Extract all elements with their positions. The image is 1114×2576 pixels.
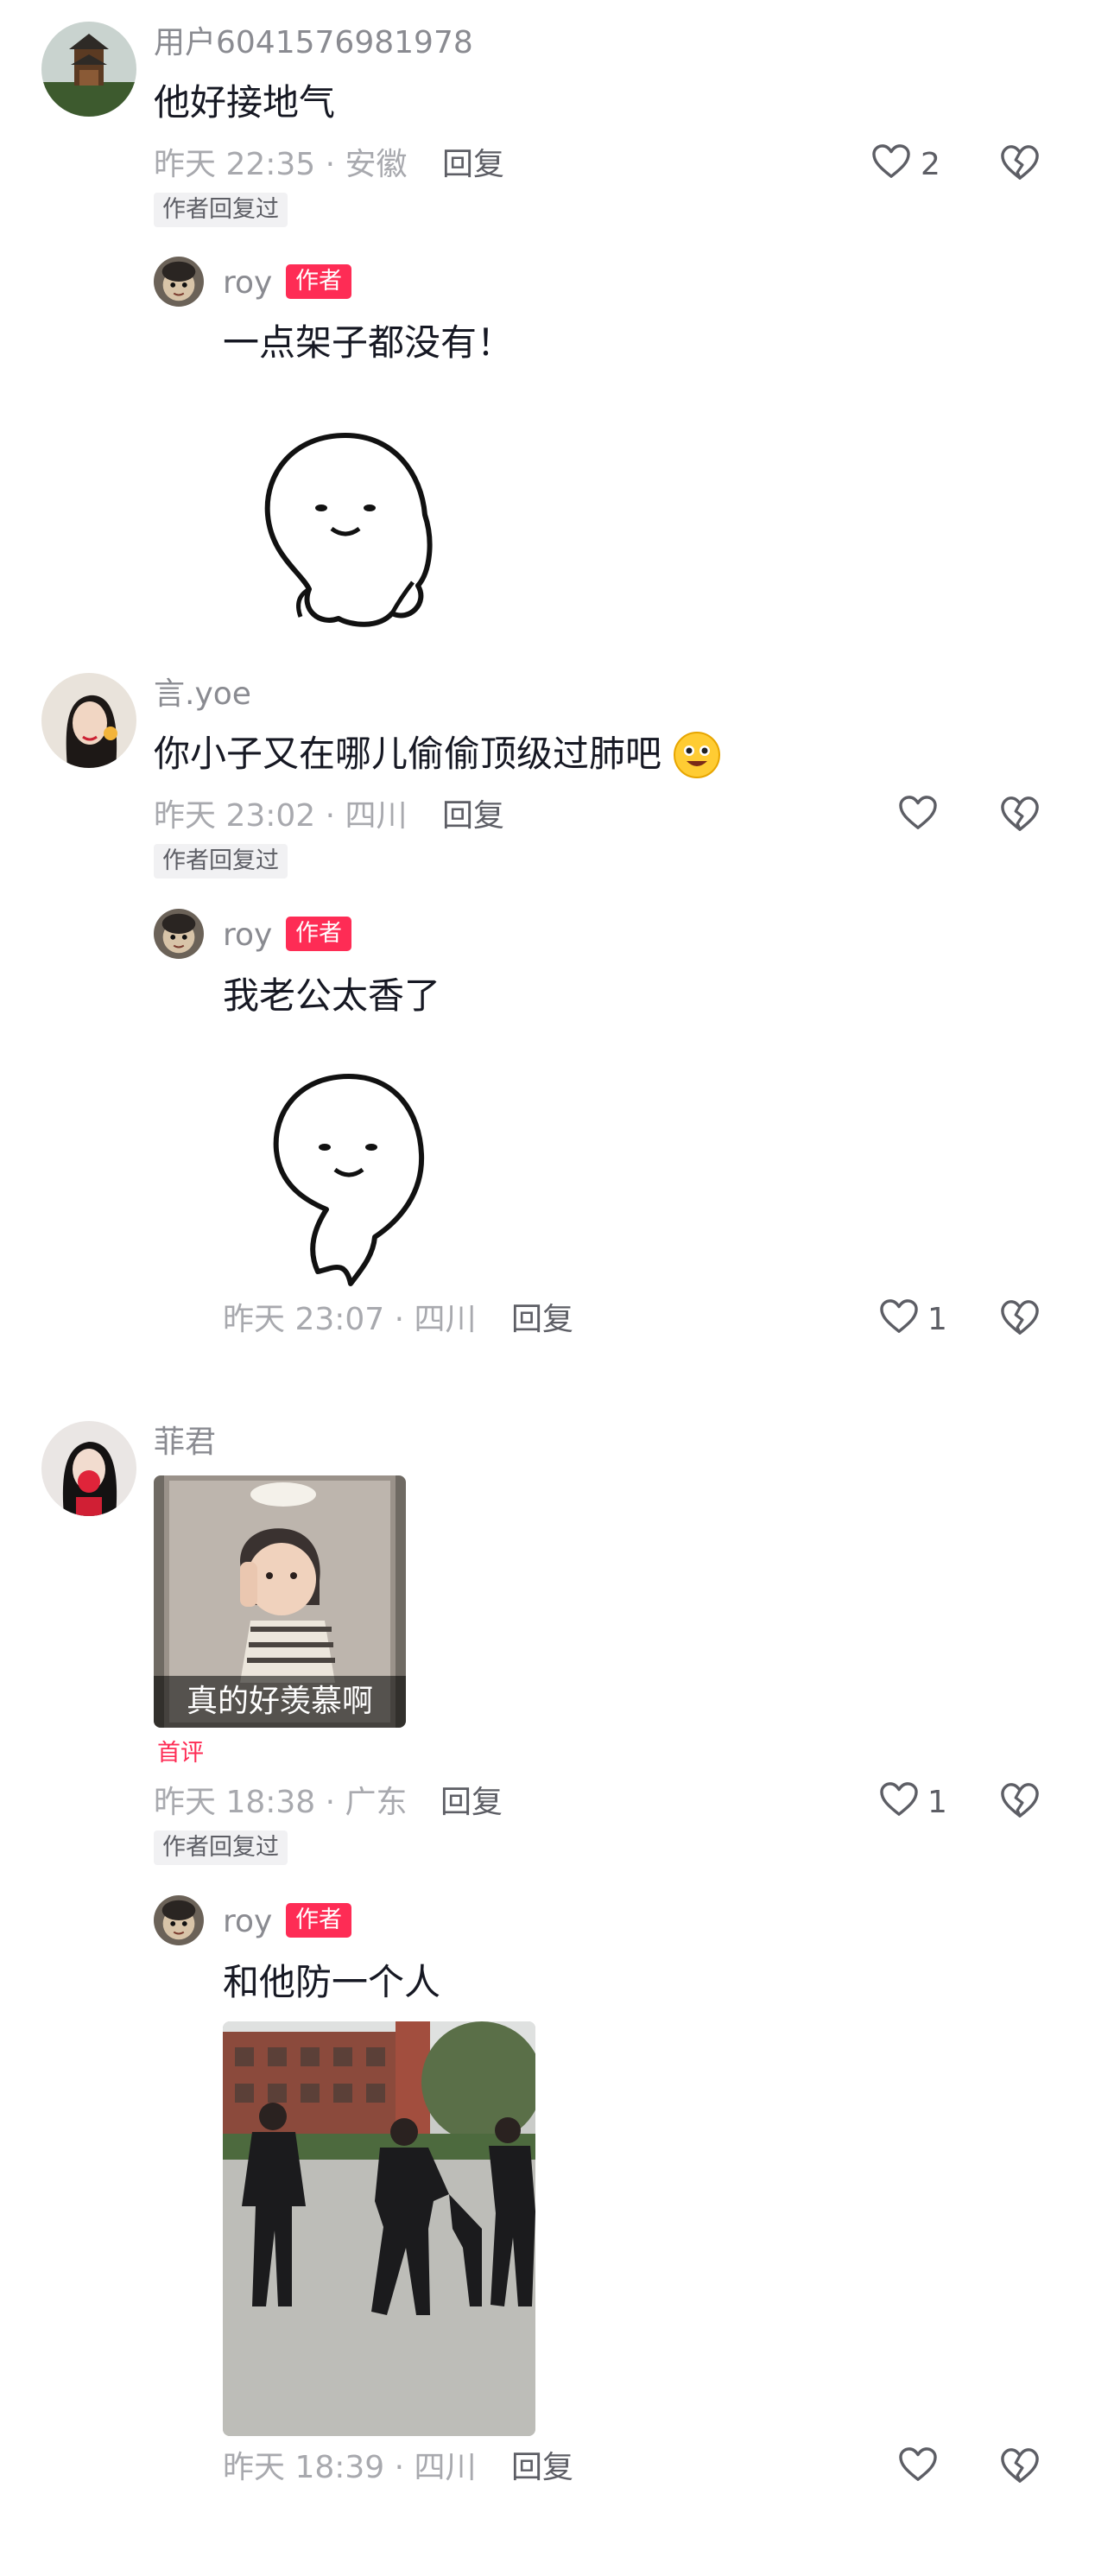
like-count: 1 (927, 1785, 947, 1820)
heart-outline-icon[interactable] (898, 795, 938, 831)
reply-username[interactable]: roy (223, 920, 272, 951)
first-comment-tag: 首评 (157, 1740, 204, 1767)
comment-username[interactable]: 菲君 (154, 1427, 216, 1458)
comment-image[interactable]: 真的好羡慕啊 (154, 1475, 406, 1728)
reply-button[interactable]: 回复 (511, 1304, 573, 1336)
heart-outline-icon[interactable] (871, 143, 911, 180)
broken-heart-icon[interactable] (1000, 1781, 1040, 1819)
heart-outline-icon[interactable] (879, 1298, 919, 1335)
comment-username[interactable]: 言.yoe (154, 679, 251, 710)
avatar[interactable] (41, 22, 136, 117)
broken-heart-icon[interactable] (1000, 795, 1040, 833)
author-replied-tag: 作者回复过 (154, 844, 288, 879)
group-dance-photo[interactable] (223, 2021, 535, 2436)
heart-outline-icon[interactable] (898, 2446, 938, 2483)
broken-heart-icon[interactable] (1000, 143, 1040, 181)
author-tag: 作者 (286, 1903, 351, 1938)
comment-username[interactable]: 用户6041576981978 (154, 28, 473, 59)
reply-text: 和他防一个人 (223, 1961, 441, 2003)
smiling-ghost-sticker[interactable] (249, 425, 442, 632)
smiley-emoji (672, 730, 722, 780)
reply-text: 一点架子都没有！ (223, 321, 514, 364)
reply-username[interactable]: roy (223, 1907, 272, 1938)
reply-text: 我老公太香了 (223, 974, 441, 1017)
avatar[interactable] (41, 1421, 136, 1516)
avatar[interactable] (154, 1895, 204, 1945)
broken-heart-icon[interactable] (1000, 2446, 1040, 2484)
reply-button[interactable]: 回复 (511, 2452, 573, 2484)
broken-heart-icon[interactable] (1000, 1298, 1040, 1336)
heart-outline-icon[interactable] (879, 1781, 919, 1818)
avatar[interactable] (41, 673, 136, 768)
like-count: 1 (927, 1302, 947, 1337)
comment-time-location: 昨天 23:02 · 四川 (154, 798, 408, 834)
reply-time-location: 昨天 18:39 · 四川 (223, 2450, 477, 2485)
reply-button[interactable]: 回复 (442, 149, 504, 181)
comment-text: 你小子又在哪儿偷偷顶级过肺吧 (154, 733, 662, 775)
author-tag: 作者 (286, 264, 351, 299)
avatar[interactable] (154, 909, 204, 959)
comment-time-location: 昨天 18:38 · 广东 (154, 1785, 408, 1820)
author-replied-tag: 作者回复过 (154, 193, 288, 227)
image-caption: 真的好羡慕啊 (154, 1676, 406, 1728)
reply-button[interactable]: 回复 (442, 801, 504, 832)
like-count: 2 (921, 147, 940, 182)
author-replied-tag: 作者回复过 (154, 1830, 288, 1865)
dancing-ghost-sticker[interactable] (254, 1064, 442, 1291)
author-tag: 作者 (286, 917, 351, 951)
reply-button[interactable]: 回复 (440, 1787, 503, 1818)
avatar[interactable] (154, 257, 204, 307)
comment-text: 他好接地气 (154, 81, 336, 124)
comment-time-location: 昨天 22:35 · 安徽 (154, 147, 408, 182)
reply-time-location: 昨天 23:07 · 四川 (223, 1302, 477, 1337)
reply-username[interactable]: roy (223, 268, 272, 299)
